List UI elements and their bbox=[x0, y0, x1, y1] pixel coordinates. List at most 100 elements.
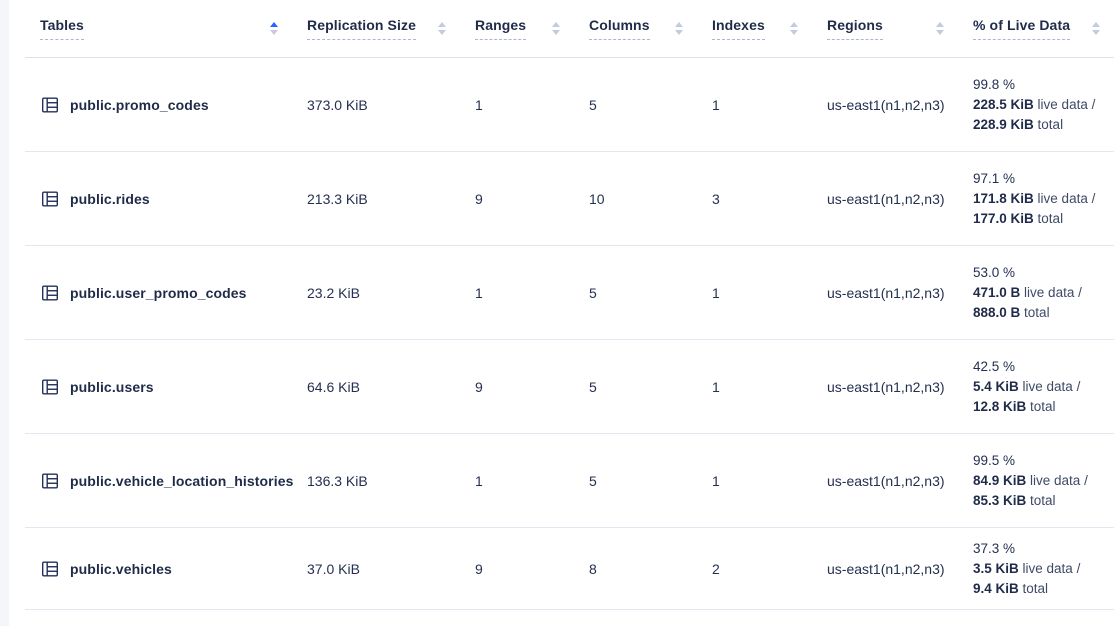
table-icon bbox=[40, 189, 60, 209]
live-data-percent: 37.3 % bbox=[973, 539, 1015, 559]
regions-cell: us-east1(n1,n2,n3) bbox=[812, 152, 958, 245]
column-header-columns[interactable]: Columns bbox=[574, 0, 697, 57]
table-row: public.user_promo_codes23.2 KiB151us-eas… bbox=[25, 246, 1114, 340]
total-size-suffix: total bbox=[1034, 117, 1063, 132]
total-size: 9.4 KiB bbox=[973, 581, 1019, 596]
live-data-percent: 99.5 % bbox=[973, 451, 1015, 471]
regions-cell: us-east1(n1,n2,n3) bbox=[812, 246, 958, 339]
column-header-live-data[interactable]: % of Live Data bbox=[958, 0, 1114, 57]
columns-cell: 8 bbox=[574, 528, 697, 609]
regions-cell: us-east1(n1,n2,n3) bbox=[812, 528, 958, 609]
database-tables-page: Tables Replication Size Ranges Columns Index… bbox=[0, 0, 1114, 626]
total-size: 888.0 B bbox=[973, 305, 1020, 320]
live-data-size-suffix: live data / bbox=[1026, 473, 1088, 488]
table-name-cell: public.users bbox=[25, 340, 292, 433]
table-icon bbox=[40, 377, 60, 397]
column-header-replication-size[interactable]: Replication Size bbox=[292, 0, 460, 57]
column-header-label: Ranges bbox=[475, 17, 526, 40]
column-header-label: Tables bbox=[40, 17, 84, 40]
table-row: public.rides213.3 KiB9103us-east1(n1,n2,… bbox=[25, 152, 1114, 246]
live-data-size: 5.4 KiB bbox=[973, 379, 1019, 394]
live-data-size: 471.0 B bbox=[973, 285, 1020, 300]
columns-cell: 5 bbox=[574, 58, 697, 151]
indexes-cell: 1 bbox=[697, 434, 812, 527]
live-data-percent: 97.1 % bbox=[973, 169, 1015, 189]
ranges-cell: 1 bbox=[460, 246, 574, 339]
table-name-cell: public.vehicle_location_histories bbox=[25, 434, 292, 527]
indexes-cell: 3 bbox=[697, 152, 812, 245]
live-data-cell: 37.3 %3.5 KiB live data /9.4 KiB total bbox=[958, 528, 1114, 609]
live-data-size-line: 3.5 KiB live data / bbox=[973, 559, 1080, 579]
live-data-size-line: 471.0 B live data / bbox=[973, 283, 1082, 303]
live-data-cell: 97.1 %171.8 KiB live data /177.0 KiB tot… bbox=[958, 152, 1114, 245]
live-data-size-suffix: live data / bbox=[1019, 379, 1081, 394]
live-data-percent: 99.8 % bbox=[973, 75, 1015, 95]
live-data-size-suffix: live data / bbox=[1034, 191, 1096, 206]
ranges-cell: 9 bbox=[460, 528, 574, 609]
indexes-cell: 1 bbox=[697, 340, 812, 433]
replication-size-cell: 213.3 KiB bbox=[292, 152, 460, 245]
columns-cell: 5 bbox=[574, 340, 697, 433]
regions-cell: us-east1(n1,n2,n3) bbox=[812, 340, 958, 433]
live-data-size-line: 171.8 KiB live data / bbox=[973, 189, 1095, 209]
table-name-link[interactable]: public.vehicle_location_histories bbox=[70, 471, 293, 491]
table-row: public.users64.6 KiB951us-east1(n1,n2,n3… bbox=[25, 340, 1114, 434]
total-size-line: 85.3 KiB total bbox=[973, 491, 1056, 511]
sort-icon bbox=[552, 22, 560, 35]
live-data-size: 84.9 KiB bbox=[973, 473, 1026, 488]
live-data-size-suffix: live data / bbox=[1020, 285, 1082, 300]
column-header-regions[interactable]: Regions bbox=[812, 0, 958, 57]
live-data-cell: 99.8 %228.5 KiB live data /228.9 KiB tot… bbox=[958, 58, 1114, 151]
live-data-cell: 42.5 %5.4 KiB live data /12.8 KiB total bbox=[958, 340, 1114, 433]
live-data-cell: 53.0 %471.0 B live data /888.0 B total bbox=[958, 246, 1114, 339]
tables-list-table: Tables Replication Size Ranges Columns Index… bbox=[25, 0, 1114, 610]
regions-cell: us-east1(n1,n2,n3) bbox=[812, 434, 958, 527]
ranges-cell: 1 bbox=[460, 58, 574, 151]
column-header-label: Columns bbox=[589, 17, 650, 40]
table-icon bbox=[40, 283, 60, 303]
sort-desc-arrow-icon bbox=[270, 30, 278, 35]
live-data-size: 228.5 KiB bbox=[973, 97, 1034, 112]
ranges-cell: 9 bbox=[460, 152, 574, 245]
total-size: 85.3 KiB bbox=[973, 493, 1026, 508]
ranges-cell: 1 bbox=[460, 434, 574, 527]
sort-asc-arrow-icon bbox=[675, 22, 683, 27]
sort-icon bbox=[675, 22, 683, 35]
table-row: public.vehicles37.0 KiB982us-east1(n1,n2… bbox=[25, 528, 1114, 610]
total-size-line: 9.4 KiB total bbox=[973, 579, 1048, 599]
indexes-cell: 1 bbox=[697, 246, 812, 339]
sort-desc-arrow-icon bbox=[675, 30, 683, 35]
sort-desc-arrow-icon bbox=[936, 30, 944, 35]
replication-size-cell: 373.0 KiB bbox=[292, 58, 460, 151]
sort-asc-arrow-icon bbox=[936, 22, 944, 27]
sort-asc-arrow-icon bbox=[790, 22, 798, 27]
column-header-tables[interactable]: Tables bbox=[25, 0, 292, 57]
table-name-link[interactable]: public.users bbox=[70, 377, 154, 397]
table-name-cell: public.vehicles bbox=[25, 528, 292, 609]
table-name-link[interactable]: public.vehicles bbox=[70, 559, 172, 579]
total-size-suffix: total bbox=[1026, 399, 1055, 414]
table-name-cell: public.rides bbox=[25, 152, 292, 245]
page-background-edge bbox=[0, 0, 9, 626]
table-name-cell: public.promo_codes bbox=[25, 58, 292, 151]
sort-desc-arrow-icon bbox=[438, 30, 446, 35]
column-header-label: Indexes bbox=[712, 17, 765, 40]
column-header-indexes[interactable]: Indexes bbox=[697, 0, 812, 57]
table-name-link[interactable]: public.promo_codes bbox=[70, 95, 209, 115]
indexes-cell: 2 bbox=[697, 528, 812, 609]
column-header-ranges[interactable]: Ranges bbox=[460, 0, 574, 57]
sort-desc-arrow-icon bbox=[790, 30, 798, 35]
total-size-line: 12.8 KiB total bbox=[973, 397, 1056, 417]
columns-cell: 5 bbox=[574, 434, 697, 527]
live-data-size: 171.8 KiB bbox=[973, 191, 1034, 206]
sort-icon bbox=[438, 22, 446, 35]
table-name-link[interactable]: public.user_promo_codes bbox=[70, 283, 247, 303]
sort-asc-arrow-icon bbox=[552, 22, 560, 27]
column-header-label: % of Live Data bbox=[973, 17, 1070, 40]
total-size-line: 177.0 KiB total bbox=[973, 209, 1063, 229]
column-header-label: Regions bbox=[827, 17, 883, 40]
ranges-cell: 9 bbox=[460, 340, 574, 433]
table-name-link[interactable]: public.rides bbox=[70, 189, 150, 209]
table-icon bbox=[40, 471, 60, 491]
columns-cell: 5 bbox=[574, 246, 697, 339]
